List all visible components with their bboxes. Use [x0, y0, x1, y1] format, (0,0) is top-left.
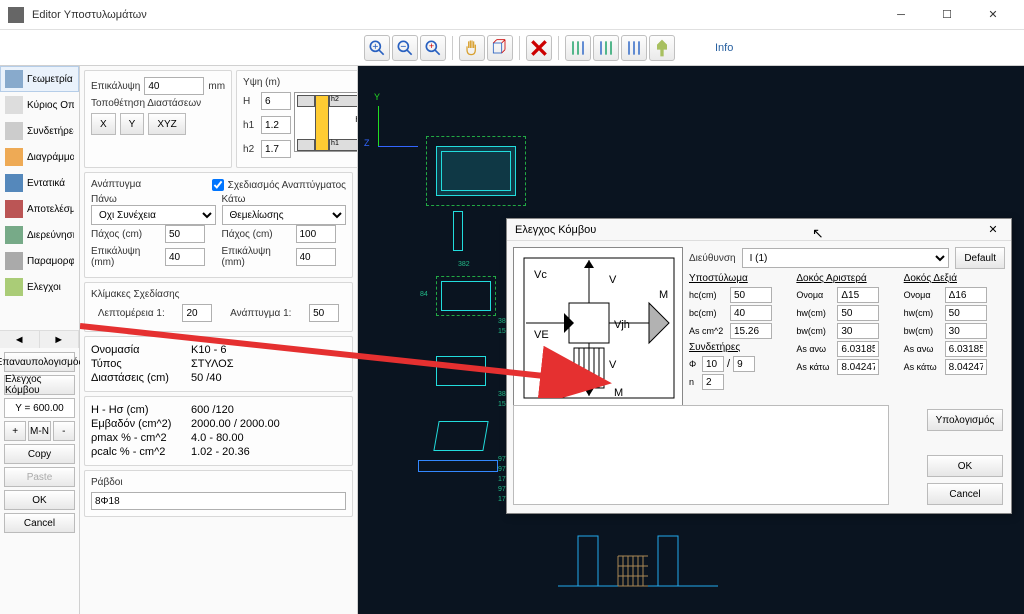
compute-button[interactable]: Υπολογισμός: [927, 409, 1003, 431]
window-title: Editor Υποστυλωμάτων: [32, 9, 878, 21]
bc-input[interactable]: [730, 305, 772, 321]
nav-elegxoi[interactable]: Ελεγχοι: [0, 274, 79, 300]
bw-a-input[interactable]: [837, 323, 879, 339]
nav-entatika[interactable]: Εντατικά: [0, 170, 79, 196]
nav-scroll-right[interactable]: ►: [40, 331, 80, 348]
plus-button[interactable]: +: [4, 421, 26, 441]
minimize-button[interactable]: ─: [878, 0, 924, 30]
klimakes-title: Κλίμακες Σχεδίασης: [91, 289, 346, 300]
as-input[interactable]: [730, 323, 772, 339]
svg-text:Vjh: Vjh: [614, 319, 630, 331]
hc-input[interactable]: [730, 287, 772, 303]
3d-button[interactable]: [487, 35, 513, 61]
cancel-button[interactable]: Cancel: [4, 513, 75, 533]
default-button[interactable]: Default: [955, 247, 1005, 269]
info-link[interactable]: Info: [715, 42, 733, 54]
asano-d-input[interactable]: [945, 341, 987, 357]
xyz-button[interactable]: XYZ: [148, 113, 185, 135]
pano-select[interactable]: Οχι Συνέχεια: [91, 205, 216, 225]
ravdoi-title: Ράβδοι: [91, 477, 346, 488]
onoma-d-input[interactable]: [945, 287, 987, 303]
nav-syndetires[interactable]: Συνδετήρες: [0, 118, 79, 144]
epik-pano-input[interactable]: [165, 248, 205, 266]
epikalypsi-label: Επικάλυψη: [91, 81, 140, 92]
nav-kyrios-oplis[interactable]: Κύριος Οπλισ: [0, 92, 79, 118]
ravdoi-input[interactable]: [91, 492, 346, 510]
dialog-diagram: V V Vc VE Vjh M M: [513, 247, 683, 407]
h2-input[interactable]: [261, 140, 291, 158]
svg-text:M: M: [659, 289, 668, 301]
dialog-ok-button[interactable]: OK: [927, 455, 1003, 477]
epik-kato-input[interactable]: [296, 248, 336, 266]
tool4-button[interactable]: [649, 35, 675, 61]
hw-d-input[interactable]: [945, 305, 987, 321]
info-group-2: H - Hσ (cm)600 /120 Εμβαδόν (cm^2)2000.0…: [84, 396, 353, 466]
dialog-textarea[interactable]: [513, 405, 889, 505]
kato-select[interactable]: Θεμελίωσης: [222, 205, 347, 225]
phi-input[interactable]: [702, 356, 724, 372]
anap-input[interactable]: [309, 304, 339, 322]
app-icon: [8, 7, 24, 23]
ok-button[interactable]: OK: [4, 490, 75, 510]
zoom-out-button[interactable]: [392, 35, 418, 61]
askato-d-input[interactable]: [945, 359, 987, 375]
recalc-button[interactable]: Επαναυπολογισμός: [4, 352, 75, 372]
mm-label: mm: [208, 81, 225, 92]
delete-button[interactable]: [526, 35, 552, 61]
pan-button[interactable]: [459, 35, 485, 61]
zoom-fit-button[interactable]: +: [420, 35, 446, 61]
n-input[interactable]: [702, 374, 724, 390]
hw-a-input[interactable]: [837, 305, 879, 321]
minus-button[interactable]: -: [53, 421, 75, 441]
dialog-close-button[interactable]: ✕: [983, 223, 1003, 236]
tool2-button[interactable]: [593, 35, 619, 61]
maximize-button[interactable]: ☐: [924, 0, 970, 30]
svg-text:+: +: [429, 40, 434, 50]
tool1-button[interactable]: [565, 35, 591, 61]
sxediasmos-check[interactable]: [212, 179, 224, 191]
onoma-a-input[interactable]: [837, 287, 879, 303]
tool3-button[interactable]: [621, 35, 647, 61]
node-check-button[interactable]: Ελεγχος Κόμβου: [4, 375, 75, 395]
direction-select[interactable]: I (1): [742, 248, 950, 268]
nav-geometria[interactable]: Γεωμετρία: [0, 66, 79, 92]
svg-text:Vc: Vc: [534, 269, 547, 281]
anaptygma-title: Ανάπτυγμα: [91, 179, 141, 190]
h1-input[interactable]: [261, 116, 291, 134]
nav-dierevnisi[interactable]: Διερεύνηση: [0, 222, 79, 248]
svg-text:VE: VE: [534, 329, 549, 341]
svg-text:V: V: [609, 274, 617, 286]
y-value-field[interactable]: Y = 600.00: [4, 398, 75, 418]
nav-paramorfoseis[interactable]: Παραμορφώσ: [0, 248, 79, 274]
nav-diagrammata[interactable]: Διαγράμματα: [0, 144, 79, 170]
topothetisi-title: Τοποθέτηση Διαστάσεων: [91, 98, 225, 109]
dialog-title: Ελεγχος Κόμβου: [515, 224, 983, 236]
x-button[interactable]: X: [91, 113, 116, 135]
ypsi-title: Υψη (m): [243, 77, 358, 88]
info-group-1: ΟνομασίαK10 - 6 ΤύποςΣΤΥΛΟΣ Διαστάσεις (…: [84, 336, 353, 392]
asano-a-input[interactable]: [837, 341, 879, 357]
phi2-input[interactable]: [733, 356, 755, 372]
node-check-dialog: Ελεγχος Κόμβου ✕ V V: [506, 218, 1012, 514]
y-button[interactable]: Y: [120, 113, 145, 135]
nav-scroll-left[interactable]: ◄: [0, 331, 40, 348]
nav-apotelesmata[interactable]: Αποτελέσματ: [0, 196, 79, 222]
zoom-in-button[interactable]: [364, 35, 390, 61]
paxos-kato-input[interactable]: [296, 225, 336, 243]
mn-button[interactable]: M-N: [28, 421, 50, 441]
epikalypsi-input[interactable]: [144, 77, 204, 95]
close-button[interactable]: ✕: [970, 0, 1016, 30]
askato-a-input[interactable]: [837, 359, 879, 375]
cursor-icon: ↖: [812, 225, 824, 242]
paste-button[interactable]: Paste: [4, 467, 75, 487]
copy-button[interactable]: Copy: [4, 444, 75, 464]
svg-text:M: M: [614, 387, 623, 399]
lepto-input[interactable]: [182, 304, 212, 322]
bw-d-input[interactable]: [945, 323, 987, 339]
h-input[interactable]: [261, 92, 291, 110]
height-diagram: H h2 h1: [294, 92, 358, 152]
paxos-pano-input[interactable]: [165, 225, 205, 243]
dialog-cancel-button[interactable]: Cancel: [927, 483, 1003, 505]
svg-text:V: V: [609, 359, 617, 371]
